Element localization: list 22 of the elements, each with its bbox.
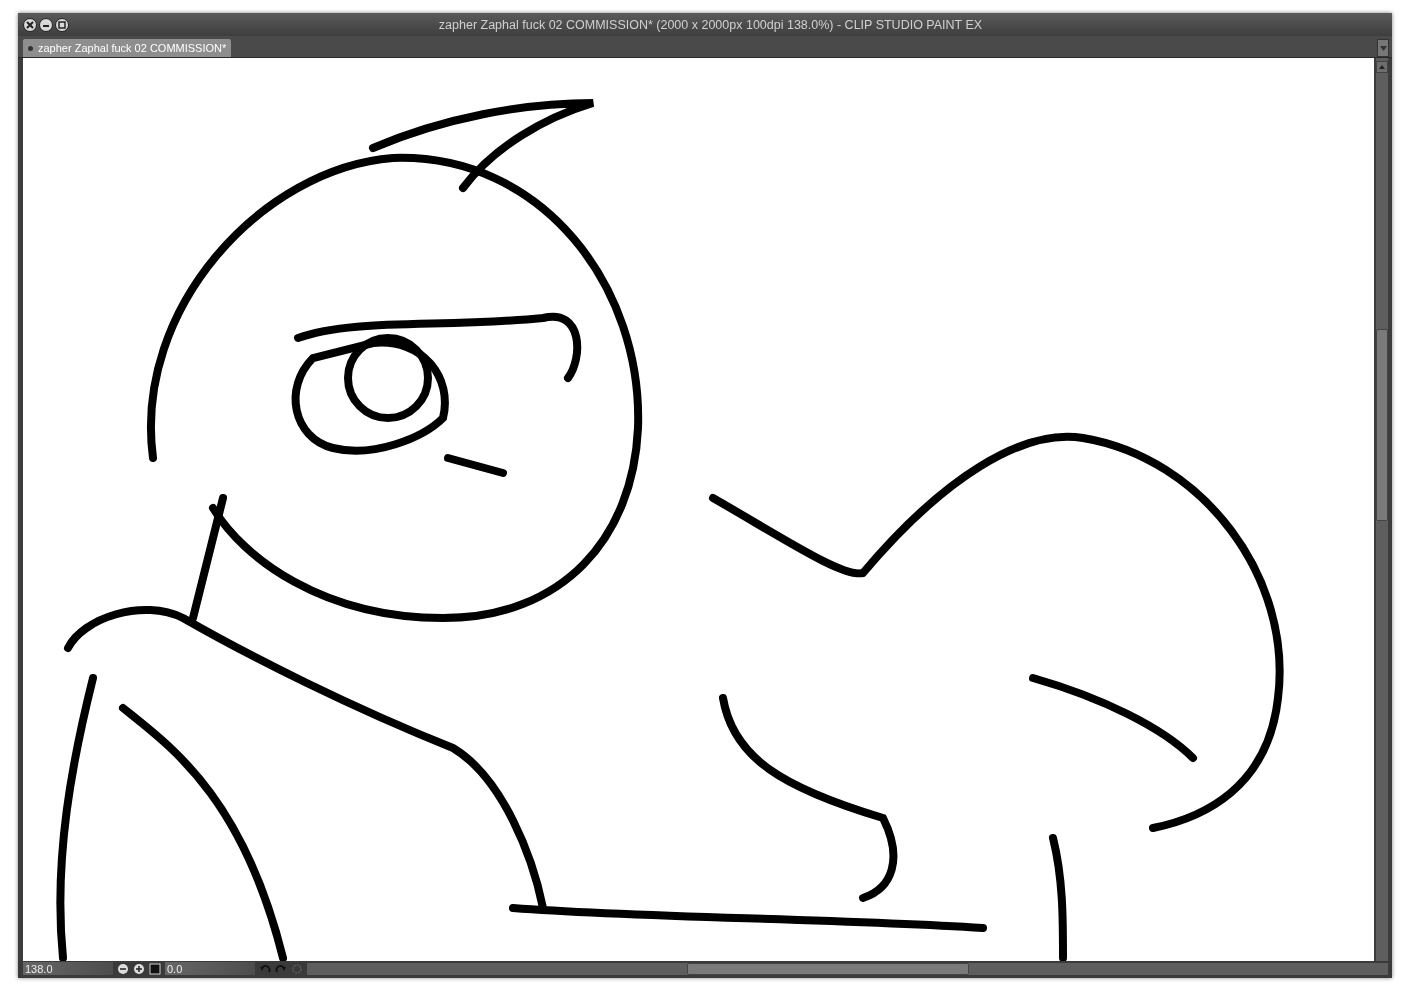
horizontal-scrollbar[interactable]: [307, 962, 1388, 975]
zoom-out-icon[interactable]: [117, 962, 129, 975]
zoom-field[interactable]: 138.0: [23, 962, 113, 975]
zoom-in-icon[interactable]: [133, 962, 145, 975]
close-button[interactable]: [23, 17, 37, 32]
vertical-scrollbar[interactable]: [1376, 58, 1388, 961]
scrollbar-thumb[interactable]: [1376, 329, 1388, 521]
caret-up-icon: [1379, 65, 1385, 69]
window-title: zapher Zaphal fuck 02 COMMISSION* (2000 x 2000px 100dpi 138.0%) - CLIP STUDIO PAINT EX: [437, 17, 984, 32]
maximize-icon: [58, 20, 66, 29]
close-icon: [26, 20, 34, 29]
caret-down-icon: [1379, 45, 1387, 51]
minimize-button[interactable]: [39, 17, 53, 32]
rotate-right-icon[interactable]: [275, 962, 287, 975]
maximize-button[interactable]: [55, 17, 69, 32]
tab-menu-button[interactable]: [1377, 39, 1389, 57]
scroll-up-button[interactable]: [1376, 61, 1388, 73]
square-icon[interactable]: [149, 962, 161, 975]
scrollbar-thumb[interactable]: [687, 962, 969, 975]
document-tab[interactable]: zapher Zaphal fuck 02 COMMISSION*: [23, 39, 232, 57]
rotation-field[interactable]: 0.0: [165, 962, 255, 975]
rotate-left-icon[interactable]: [259, 962, 271, 975]
